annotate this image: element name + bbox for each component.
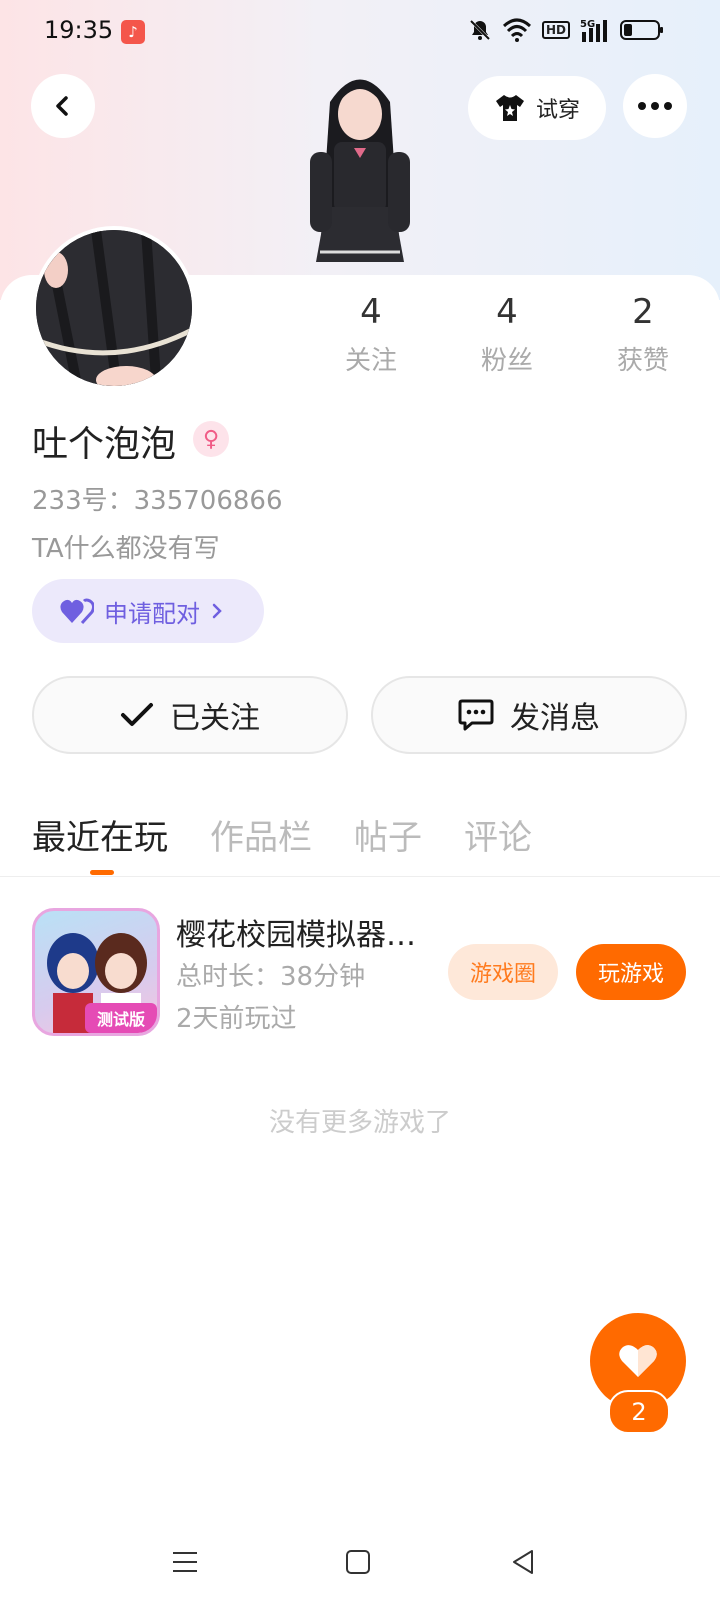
- mute-icon: [469, 19, 491, 41]
- stat-following[interactable]: 4 关注: [311, 290, 431, 377]
- followed-label: 已关注: [170, 701, 260, 736]
- more-dots-icon: [638, 102, 672, 110]
- back-nav-button[interactable]: [503, 1542, 543, 1582]
- followed-button[interactable]: 已关注: [32, 676, 348, 754]
- play-game-button[interactable]: 玩游戏: [576, 944, 687, 1000]
- avatar-3d-figure: [310, 79, 410, 262]
- send-message-label: 发消息: [510, 701, 600, 736]
- avatar[interactable]: [32, 226, 196, 390]
- stat-likes-label: 获赞: [616, 346, 669, 376]
- game-last-played: 2天前玩过: [176, 1004, 297, 1034]
- square-home-icon: [346, 1550, 370, 1574]
- shirt-icon: [495, 95, 524, 121]
- game-name[interactable]: 樱花校园模拟器…: [176, 910, 436, 954]
- stat-followers[interactable]: 4 粉丝: [447, 290, 567, 377]
- stat-likes-value: 2: [632, 292, 654, 332]
- apply-pair-label: 申请配对: [104, 599, 200, 628]
- game-circle-button[interactable]: 游戏圈: [448, 944, 559, 1000]
- try-on-button[interactable]: 试穿: [468, 76, 606, 140]
- double-heart-icon: [60, 598, 94, 625]
- status-time: 19:35: [44, 16, 114, 44]
- tab-recent-played[interactable]: 最近在玩: [32, 810, 168, 859]
- stat-likes[interactable]: 2 获赞: [583, 290, 703, 377]
- hd-icon: HD: [541, 21, 570, 39]
- stat-following-label: 关注: [344, 346, 397, 376]
- tab-comments[interactable]: 评论: [464, 810, 532, 859]
- menu-lines-icon: [173, 1552, 197, 1572]
- game-icon[interactable]: 测试版: [32, 908, 160, 1036]
- chevron-left-icon: [56, 96, 68, 116]
- apply-pair-button[interactable]: 申请配对: [32, 579, 264, 643]
- home-nav-button[interactable]: [338, 1542, 378, 1582]
- username: 吐个泡泡: [32, 424, 177, 465]
- chevron-right-icon: [212, 603, 222, 619]
- game-duration: 总时长：38分钟: [176, 962, 366, 992]
- stat-followers-value: 4: [496, 292, 518, 332]
- tab-works[interactable]: 作品栏: [210, 810, 312, 859]
- play-game-label: 玩游戏: [598, 962, 665, 987]
- battery-icon: [620, 20, 663, 40]
- status-bar: 19:35 ♪ HD 5G: [0, 0, 720, 62]
- tab-posts[interactable]: 帖子: [354, 810, 422, 859]
- chat-bubble-icon: [458, 699, 494, 731]
- check-icon: [121, 703, 153, 726]
- game-circle-label: 游戏圈: [470, 962, 537, 987]
- more-button[interactable]: [623, 74, 687, 138]
- profile-tabs: 最近在玩 作品栏 帖子 评论: [32, 810, 532, 859]
- system-navigation-bar: [0, 1530, 720, 1600]
- like-count-badge: 2: [608, 1390, 670, 1434]
- music-app-icon: ♪: [121, 20, 145, 44]
- wifi-icon: [502, 18, 532, 42]
- triangle-back-icon: [513, 1550, 533, 1574]
- user-id: 233号：335706866: [32, 486, 283, 516]
- tab-divider: [0, 876, 720, 877]
- avatar-image: [36, 230, 192, 386]
- heart-icon: [619, 1345, 657, 1377]
- menu-nav-button[interactable]: [165, 1542, 205, 1582]
- svg-text:测试版: 测试版: [97, 1010, 145, 1029]
- status-icons: HD 5G: [468, 18, 664, 42]
- stat-followers-label: 粉丝: [480, 346, 533, 376]
- user-bio: TA什么都没有写: [32, 534, 220, 564]
- active-tab-indicator: [90, 870, 114, 875]
- send-message-button[interactable]: 发消息: [371, 676, 687, 754]
- 5g-signal-icon: 5G: [580, 19, 607, 42]
- try-on-label: 试穿: [535, 98, 580, 123]
- no-more-games-text: 没有更多游戏了: [268, 1108, 451, 1138]
- female-gender-icon: ♀: [193, 421, 229, 457]
- stat-following-value: 4: [360, 292, 382, 332]
- back-button[interactable]: [31, 74, 95, 138]
- game-cover-image: 测试版: [47, 933, 157, 1033]
